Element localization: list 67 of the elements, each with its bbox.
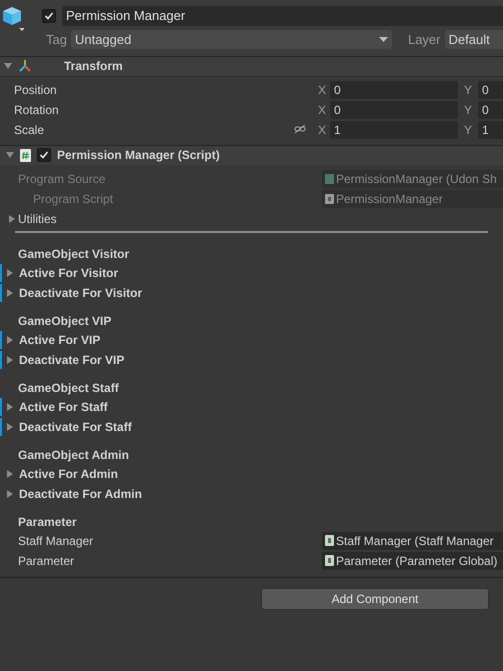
group-heading: GameObject Staff	[17, 380, 120, 396]
list-foldout-label[interactable]: Deactivate For VIP	[19, 350, 124, 368]
foldout-arrow-icon[interactable]	[6, 490, 14, 498]
property-label: Staff Manager	[18, 532, 94, 550]
caret-icon	[378, 36, 388, 43]
object-field[interactable]: Staff Manager (Staff Manager	[322, 532, 503, 550]
number-field[interactable]: 0	[330, 80, 458, 98]
name-field[interactable]: Permission Manager	[62, 6, 503, 26]
script-file-icon	[325, 555, 334, 566]
property-label: Position	[14, 82, 58, 98]
foldout-arrow-icon[interactable]	[6, 336, 14, 344]
group-heading: GameObject Visitor	[17, 246, 130, 262]
axis-label: Y	[464, 82, 474, 98]
tag-dropdown[interactable]: Untagged	[70, 30, 392, 50]
tag-label: Tag	[46, 31, 67, 49]
number-field[interactable]: 1	[478, 120, 503, 138]
property-label: Program Script	[33, 190, 114, 208]
property-label: Parameter	[18, 552, 76, 570]
number-field[interactable]: 1	[330, 120, 458, 138]
add-component-button[interactable]: Add Component	[261, 588, 489, 610]
cube-icon[interactable]	[2, 6, 24, 32]
enabled-checkbox[interactable]	[37, 148, 51, 162]
list-foldout-label[interactable]: Deactivate For Admin	[19, 484, 142, 502]
active-checkbox[interactable]	[42, 9, 56, 23]
list-foldout-label[interactable]: Deactivate For Staff	[19, 418, 132, 436]
layer-label: Layer	[408, 31, 440, 49]
foldout-arrow-icon[interactable]	[6, 268, 14, 276]
group-heading: GameObject VIP	[17, 312, 112, 330]
object-field: PermissionManager (Udon Sh	[322, 170, 503, 188]
layer-dropdown[interactable]: Default	[444, 30, 503, 50]
object-field[interactable]: Parameter (Parameter Global)	[322, 552, 503, 570]
component-title: Permission Manager (Script)	[57, 147, 220, 164]
axis-label: Y	[464, 122, 474, 138]
axis-label: Y	[464, 102, 474, 118]
group-heading: Parameter	[17, 514, 78, 530]
axis-label: X	[318, 82, 328, 98]
number-field[interactable]: 0	[478, 100, 503, 118]
axes-icon	[18, 59, 32, 73]
script-file-icon	[325, 535, 334, 546]
group-heading: GameObject Admin	[17, 446, 130, 464]
foldout-arrow-icon[interactable]	[8, 214, 16, 222]
foldout-arrow-icon[interactable]	[6, 288, 14, 296]
foldout-arrow-icon[interactable]	[6, 422, 14, 430]
foldout-arrow-icon[interactable]	[4, 62, 12, 70]
link-icon[interactable]	[294, 125, 306, 134]
number-field[interactable]: 0	[330, 100, 458, 118]
property-label: Scale	[14, 122, 46, 138]
component-header[interactable]: Transform	[0, 56, 503, 76]
list-foldout-label[interactable]: Active For VIP	[19, 330, 100, 348]
axis-label: X	[318, 122, 328, 138]
foldout-arrow-icon[interactable]	[6, 356, 14, 364]
property-label: Program Source	[18, 170, 106, 188]
foldout-arrow-icon[interactable]	[6, 151, 14, 159]
property-label: Rotation	[14, 102, 60, 118]
component-header[interactable]: Permission Manager (Script)	[0, 144, 503, 164]
foldout-arrow-icon[interactable]	[6, 402, 14, 410]
component-title: Transform	[64, 58, 123, 75]
foldout-arrow-icon[interactable]	[6, 470, 14, 478]
list-foldout-label[interactable]: Active For Admin	[19, 464, 118, 482]
number-field[interactable]: 0	[478, 80, 503, 98]
list-foldout-label[interactable]: Active For Staff	[19, 398, 108, 416]
list-foldout-label[interactable]: Deactivate For Visitor	[19, 284, 142, 302]
script-icon	[20, 148, 31, 162]
object-field: PermissionManager	[322, 190, 503, 208]
axis-label: X	[318, 102, 328, 118]
utilities-foldout[interactable]: Utilities	[0, 208, 57, 228]
list-foldout-label[interactable]: Active For Visitor	[19, 264, 118, 282]
